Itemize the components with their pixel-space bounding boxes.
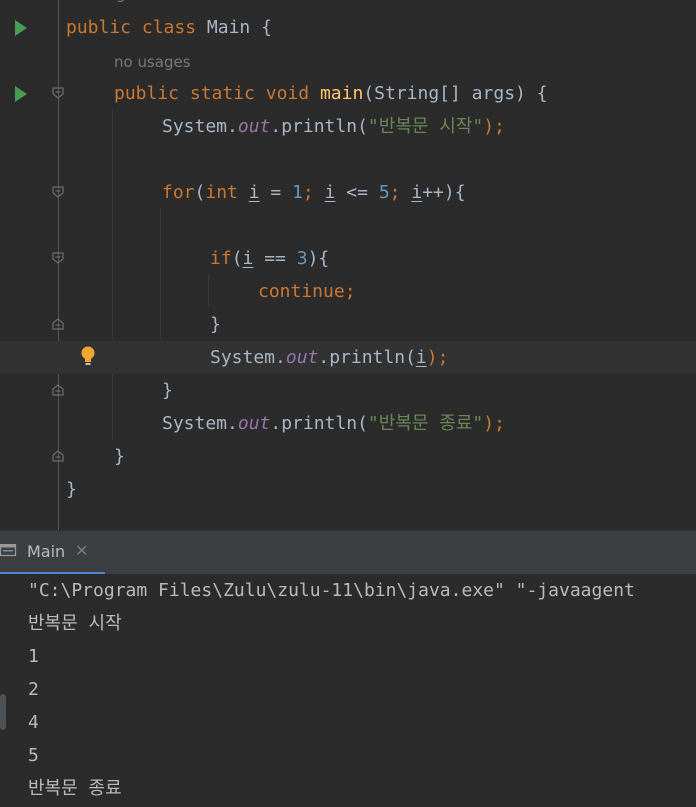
console-window-icon [0, 544, 17, 557]
code-line-close-for[interactable]: } [0, 374, 696, 407]
out-field: out [237, 413, 271, 434]
keyword: class [141, 17, 197, 38]
run-tab-label: Main [27, 542, 66, 561]
paren: ){ [307, 248, 330, 269]
fold-collapse-icon[interactable] [52, 252, 64, 264]
console-line: 반복문 종료 [28, 778, 122, 799]
keyword: for [162, 182, 195, 203]
statement-end: ); [483, 413, 505, 434]
brace: } [210, 314, 221, 335]
code-line-print-start[interactable]: System.out.println("반복문 시작"); [0, 110, 696, 143]
console-line: 1 [28, 646, 39, 667]
fold-end-icon[interactable] [52, 318, 64, 330]
out-field: out [285, 347, 319, 368]
console-line: 4 [28, 712, 39, 733]
code-line-if[interactable]: if(i == 3){ [0, 242, 696, 275]
code-line-for[interactable]: for(int i = 1; i <= 5; i++){ [0, 176, 696, 209]
brace: } [162, 380, 173, 401]
system-ref: System. [162, 413, 238, 434]
console-output[interactable]: "C:\Program Files\Zulu\zulu-11\bin\java.… [0, 574, 696, 807]
statement-end: ); [483, 116, 505, 137]
method-name: main [319, 83, 364, 104]
code-line-class-decl[interactable]: public class Main { [0, 11, 696, 44]
loop-var: i [242, 248, 254, 269]
number: 1 [292, 182, 303, 203]
run-class-icon[interactable] [15, 20, 27, 36]
operator: = [259, 182, 293, 203]
loop-var: i [415, 347, 427, 368]
println-call: .println( [318, 347, 416, 368]
keyword: static [189, 83, 255, 104]
loop-var: i [411, 182, 423, 203]
run-tool-header: Main ✕ [0, 530, 696, 575]
console-line-command: "C:\Program Files\Zulu\zulu-11\bin\java.… [28, 580, 635, 601]
console-line: 5 [28, 745, 39, 766]
string-literal: "반복문 종료" [367, 413, 484, 434]
console-line: 2 [28, 679, 39, 700]
run-tab-main[interactable]: Main ✕ [0, 531, 105, 575]
params: (String[] args) { [363, 83, 548, 104]
code-line-close-if[interactable]: } [0, 308, 696, 341]
operator: == [253, 248, 297, 269]
usage-hint: no usages [114, 53, 191, 71]
out-field: out [237, 116, 271, 137]
code-line-main-decl[interactable]: public static void main(String[] args) { [0, 77, 696, 110]
fold-end-icon[interactable] [52, 384, 64, 396]
usage-hint: no usages [66, 0, 143, 11]
lightbulb-icon[interactable] [80, 345, 96, 367]
console-line: 반복문 시작 [28, 613, 122, 634]
loop-var: i [324, 182, 336, 203]
paren: ( [231, 248, 243, 269]
number: 5 [378, 182, 390, 203]
keyword: int [205, 182, 238, 203]
brace: } [114, 446, 125, 467]
code-editor[interactable]: no usages public class Main { no usages … [0, 0, 696, 530]
brace: } [66, 479, 77, 500]
paren: ( [194, 182, 206, 203]
loop-var: i [248, 182, 260, 203]
code-line-print-i[interactable]: System.out.println(i); [0, 341, 696, 374]
fold-end-icon[interactable] [52, 450, 64, 462]
system-ref: System. [210, 347, 286, 368]
keyword: void [265, 83, 310, 104]
keyword: public [114, 83, 180, 104]
keyword: if [210, 248, 232, 269]
println-call: .println( [270, 413, 368, 434]
increment: ++){ [422, 182, 466, 203]
close-icon[interactable]: ✕ [75, 541, 88, 560]
class-name: Main [206, 17, 251, 38]
semicolon: ; [389, 182, 412, 203]
run-main-icon[interactable] [15, 86, 27, 102]
keyword: public [66, 17, 132, 38]
semicolon: ; [302, 182, 325, 203]
keyword: continue; [258, 281, 356, 302]
code-line-close-main[interactable]: } [0, 440, 696, 473]
operator: <= [335, 182, 379, 203]
code-line-close-class[interactable]: } [0, 473, 696, 506]
code-line-print-end[interactable]: System.out.println("반복문 종료"); [0, 407, 696, 440]
println-call: .println( [270, 116, 368, 137]
console-scrollbar[interactable] [0, 694, 6, 730]
code-line-continue[interactable]: continue; [0, 275, 696, 308]
fold-collapse-icon[interactable] [52, 87, 64, 99]
statement-end: ); [426, 347, 449, 368]
fold-collapse-icon[interactable] [52, 186, 64, 198]
system-ref: System. [162, 116, 238, 137]
string-literal: "반복문 시작" [367, 116, 484, 137]
number: 3 [296, 248, 308, 269]
brace: { [250, 17, 272, 38]
